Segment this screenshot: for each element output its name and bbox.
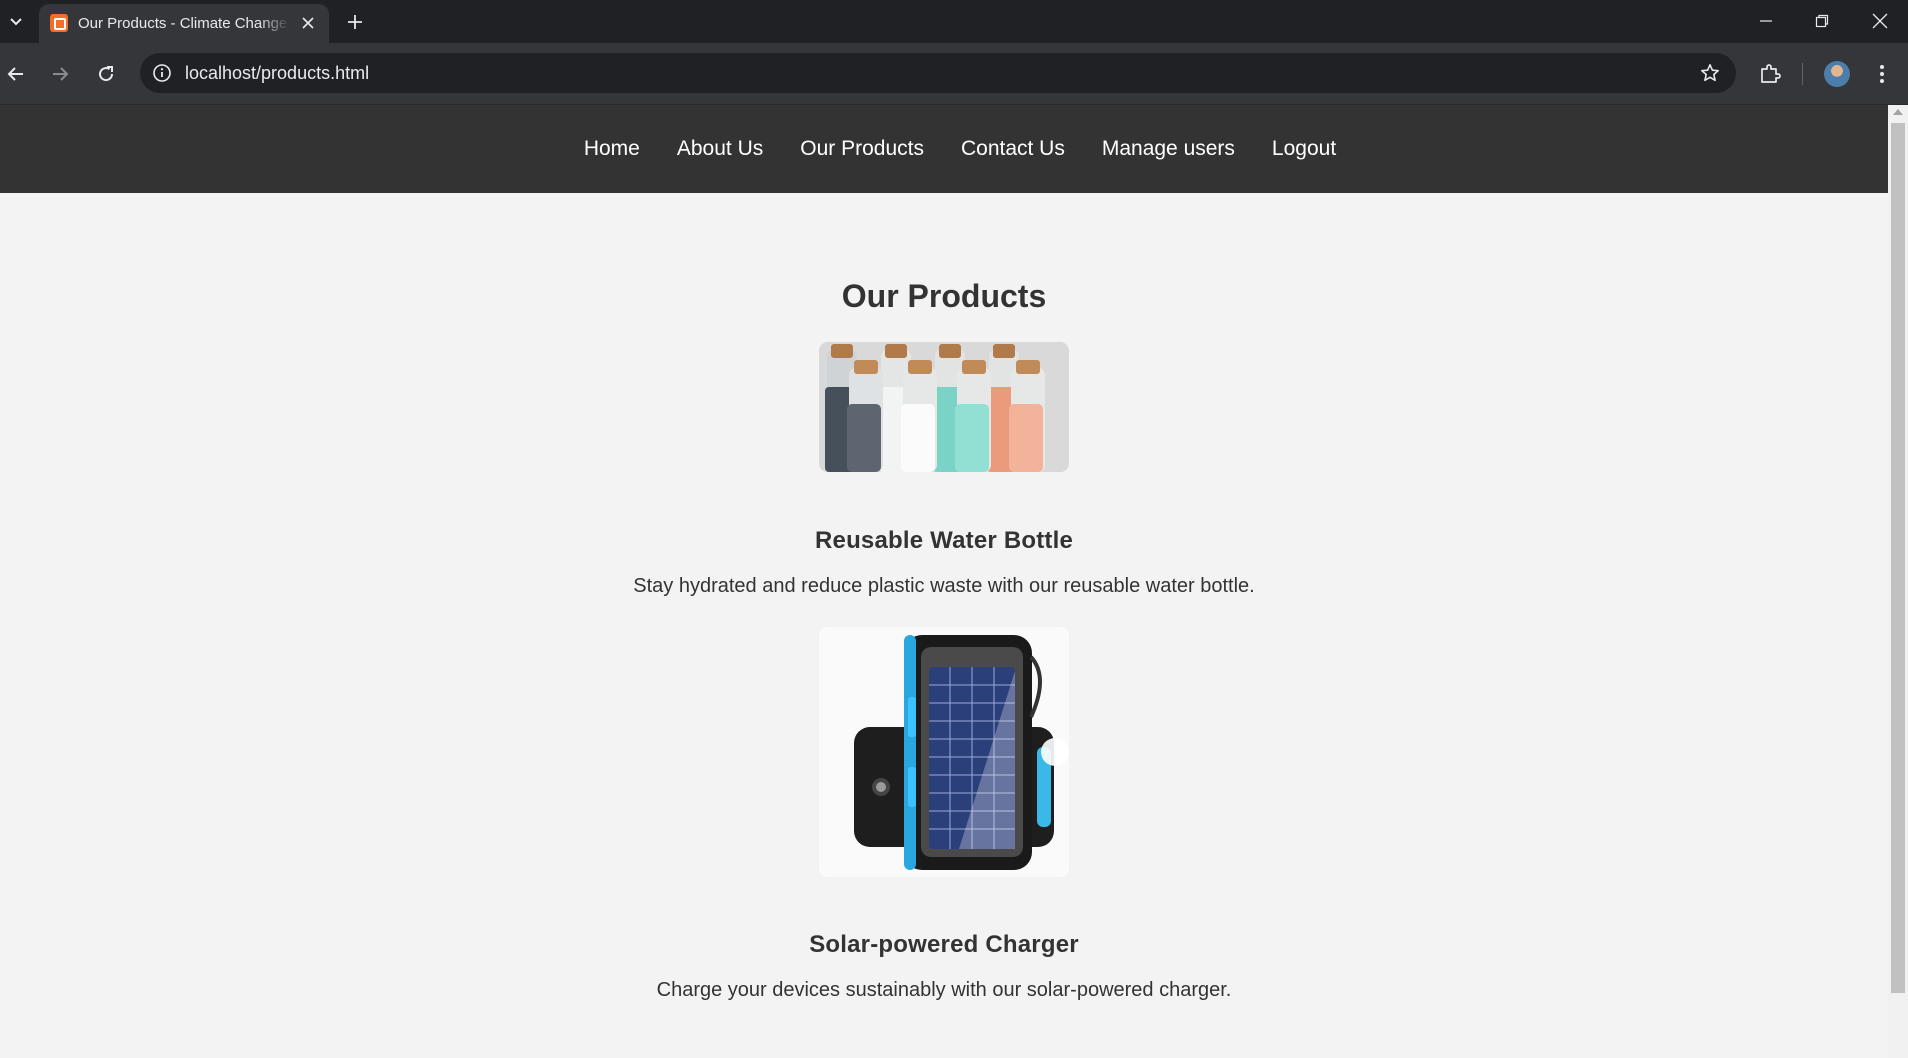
browser-menu-button[interactable] [1866,58,1898,90]
menu-icon [1880,65,1884,83]
page-viewport: Home About Us Our Products Contact Us Ma… [0,105,1888,1058]
forward-icon [53,67,69,81]
minimize-button[interactable] [1746,6,1786,36]
info-icon[interactable] [152,63,172,83]
product-card: Solar-powered Charger Charge your device… [656,599,1232,1003]
browser-tab-strip: Our Products - Climate Change [0,0,1908,43]
forward-button[interactable] [44,58,76,90]
product-description: Stay hydrated and reduce plastic waste w… [633,575,1255,597]
back-button[interactable] [0,58,32,90]
tab-title: Our Products - Climate Change [78,15,288,32]
favicon-icon [50,14,68,32]
solar-charger-image [819,627,1069,877]
star-icon [1701,64,1719,82]
window-close-button[interactable] [1860,6,1900,36]
restore-button[interactable] [1802,6,1842,36]
nav-logout-link[interactable]: Logout [1272,137,1336,161]
close-icon [302,17,314,29]
extensions-icon [1761,64,1781,83]
scroll-up-arrow-icon[interactable] [1893,109,1903,115]
url-text[interactable]: localhost/products.html [185,63,369,84]
browser-toolbar: localhost/products.html [0,43,1908,105]
site-nav: Home About Us Our Products Contact Us Ma… [0,105,1888,193]
restore-icon [1815,14,1829,28]
reload-icon [99,66,114,82]
product-card: Reusable Water Bottle Stay hydrated and … [633,318,1255,599]
tab-close-button[interactable] [297,12,319,34]
plus-icon [348,15,362,29]
avatar[interactable] [1824,61,1850,87]
tab-search-button[interactable] [4,8,28,34]
nav-home-link[interactable]: Home [584,137,640,161]
browser-tab-active[interactable]: Our Products - Climate Change [39,4,329,43]
nav-about-link[interactable]: About Us [677,137,763,161]
bookmark-star-button[interactable] [1698,61,1722,85]
toolbar-separator [1802,63,1803,85]
nav-products-link[interactable]: Our Products [800,137,924,161]
page-scrollbar[interactable] [1888,105,1908,1058]
window-close-icon [1872,13,1888,29]
products-section: Our Products Reusable Water Bottle Stay … [0,193,1888,1003]
scrollbar-thumb[interactable] [1891,123,1905,993]
chevron-down-icon [10,18,22,26]
minimize-icon [1760,20,1772,22]
nav-contact-link[interactable]: Contact Us [961,137,1065,161]
product-name: Reusable Water Bottle [814,527,1074,554]
reload-button[interactable] [90,58,122,90]
extensions-button[interactable] [1754,58,1786,90]
back-icon [7,67,23,81]
nav-manage-users-link[interactable]: Manage users [1102,137,1235,161]
address-bar[interactable]: localhost/products.html [140,53,1736,93]
product-description: Charge your devices sustainably with our… [656,979,1232,1001]
water-bottles-image [819,342,1069,472]
product-name: Solar-powered Charger [809,931,1079,958]
page-title: Our Products [841,278,1047,314]
new-tab-button[interactable] [342,9,368,35]
